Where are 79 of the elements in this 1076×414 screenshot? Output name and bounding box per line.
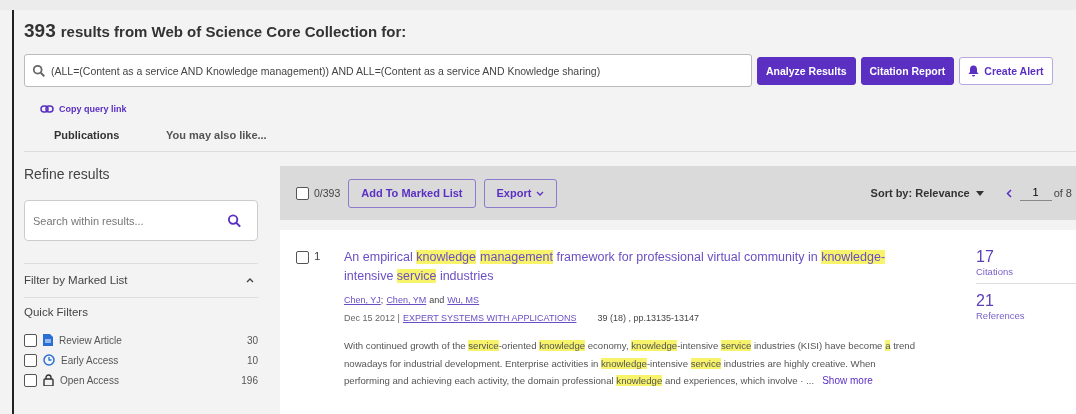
checkbox[interactable]: [296, 186, 309, 200]
filter-label: Early Access: [61, 354, 120, 366]
highlighted-term[interactable]: knowledge-: [821, 250, 886, 264]
tab[interactable]: Publications: [24, 129, 136, 141]
results-heading: results from Web of Science Core Collection for:: [60, 23, 407, 40]
highlighted-term[interactable]: knowledge: [416, 250, 476, 264]
previous-icon[interactable]: [1005, 188, 1012, 198]
abstract-text: trend: [892, 340, 915, 351]
tab[interactable]: You may also like...: [136, 129, 267, 141]
sort-dropdown[interactable]: Sort by: Relevance: [870, 187, 984, 199]
selection-count: 0/393: [314, 187, 341, 199]
highlighted-term: knowledge: [539, 340, 586, 351]
page-total: of 8: [1053, 187, 1072, 199]
highlighted-term: service: [690, 357, 722, 369]
chevron-icon[interactable]: [246, 277, 254, 283]
article-title-link[interactable]: intensive: [344, 269, 397, 283]
highlighted-term: service: [468, 340, 499, 351]
search-icon: [227, 213, 242, 228]
checkbox[interactable]: [296, 251, 309, 264]
show-more-link[interactable]: Show more: [822, 375, 873, 386]
search-field[interactable]: Search within results...: [24, 200, 258, 241]
abstract-text: -intensive: [677, 340, 720, 351]
metric-label[interactable]: Citations: [976, 266, 1076, 277]
checkbox[interactable]: [24, 333, 37, 347]
sidebar-title: Refine results: [24, 166, 111, 182]
highlighted-term[interactable]: service: [396, 269, 437, 283]
author-link[interactable]: Chen, YJ: [344, 295, 381, 305]
link-icon: [40, 105, 54, 113]
query-field[interactable]: (ALL=(Content as a service AND Knowledge management)) AND ALL=(Content as a service AND Knowledge sharing): [24, 54, 752, 87]
copy-query-link[interactable]: Copy query link: [40, 104, 127, 114]
create-alert-button[interactable]: Create Alert: [959, 56, 1053, 85]
filter-label: Review Article: [59, 334, 123, 346]
author-link[interactable]: Chen, YM: [386, 295, 427, 305]
publication-date: Dec 15 2012 |: [344, 313, 400, 323]
action-button[interactable]: Analyze Results: [757, 56, 856, 85]
metric-value[interactable]: 17: [976, 248, 1076, 266]
filter-label: Open Access: [60, 374, 120, 386]
journal-link[interactable]: EXPERT SYSTEMS WITH APPLICATIONS: [402, 313, 577, 323]
clock-icon: [43, 354, 55, 366]
author-separator: ;: [380, 295, 384, 305]
add-to-list-button[interactable]: Add To Marked List: [348, 178, 476, 208]
highlighted-term: knowledge: [616, 375, 663, 386]
abstract-text: nowadays for industrial development. Enterprise activities in: [344, 357, 600, 369]
article-title-link[interactable]: industries: [436, 269, 494, 283]
filter-count: 10: [246, 354, 258, 366]
article-title-link[interactable]: framework for professional virtual community in: [553, 250, 822, 264]
quick-filters-title: Quick Filters: [24, 306, 89, 318]
page-field[interactable]: 1: [1019, 185, 1052, 201]
export-button[interactable]: Export: [483, 178, 558, 208]
highlighted-term[interactable]: management: [480, 250, 553, 264]
filter-count: 30: [246, 334, 258, 346]
checkbox[interactable]: [24, 373, 37, 387]
search-icon: [32, 63, 46, 78]
abstract-text: and experiences, which involve · ...: [663, 375, 815, 386]
document-icon: [43, 334, 53, 346]
abstract-text: industries (KISI) have become: [752, 340, 884, 351]
highlighted-term: service: [720, 340, 752, 351]
chevron-icon: [536, 190, 545, 196]
metric-label[interactable]: References: [976, 310, 1076, 321]
abstract-text: industries are highly creative. When: [722, 357, 876, 369]
bell-icon: [968, 64, 980, 77]
article-title-link[interactable]: An empirical: [344, 250, 417, 264]
result-count: 393: [24, 20, 56, 42]
abstract-text: economy,: [586, 340, 630, 351]
caret-icon: [975, 190, 984, 196]
lock-icon: [43, 374, 54, 386]
checkbox[interactable]: [24, 353, 37, 367]
action-button[interactable]: Citation Report: [860, 56, 955, 85]
filter-label: Filter by Marked List: [24, 274, 128, 286]
volume-pages: 39 (18) , pp.13135-13147: [597, 313, 700, 323]
filter-count: 196: [241, 374, 258, 386]
highlighted-term: knowledge: [601, 357, 647, 369]
result-number: 1: [314, 250, 322, 264]
author-link[interactable]: Wu, MS: [447, 295, 480, 305]
metric-value[interactable]: 21: [976, 292, 1076, 310]
abstract-text: performing and achieving each activity, the domain professional: [344, 375, 615, 386]
abstract-text: -oriented: [498, 340, 538, 351]
abstract-text: With continued growth of the: [344, 340, 467, 351]
author-conjunction: and: [429, 295, 445, 305]
